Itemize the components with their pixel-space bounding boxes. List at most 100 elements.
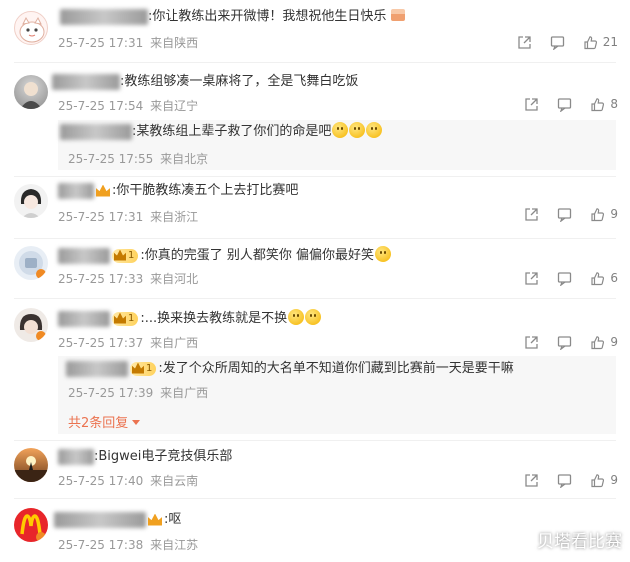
location: 来自辽宁 bbox=[150, 99, 199, 113]
avatar[interactable] bbox=[14, 308, 48, 342]
like-count: 6 bbox=[610, 271, 618, 285]
location: 来自广西 bbox=[150, 336, 199, 350]
comment-button[interactable] bbox=[557, 207, 572, 222]
like-button[interactable]: 6 bbox=[590, 271, 618, 286]
avatar[interactable] bbox=[14, 448, 48, 482]
avatar[interactable] bbox=[14, 11, 48, 45]
comment-icon bbox=[558, 207, 572, 222]
username-blurred[interactable] bbox=[52, 73, 120, 90]
reply-text: 1:发了个众所周知的大名单不知道你们藏到比赛前一天是要干嘛 bbox=[66, 360, 514, 378]
comment-icon bbox=[550, 35, 564, 50]
smile-emoji-icon bbox=[332, 122, 349, 138]
share-icon bbox=[525, 97, 539, 111]
comment-button[interactable] bbox=[557, 335, 572, 350]
comment-5: 1:...换来换去教练就是不换 25-7-25 17:37 来自广西 9 1:发… bbox=[0, 298, 630, 440]
avatar[interactable] bbox=[14, 75, 48, 109]
like-button[interactable]: 9 bbox=[590, 207, 618, 222]
timestamp: 25-7-25 17:37 bbox=[58, 336, 144, 350]
username-blurred[interactable] bbox=[60, 8, 148, 25]
comment-actions: 8 bbox=[506, 94, 618, 114]
caret-down-icon bbox=[132, 420, 141, 425]
username-blurred[interactable] bbox=[58, 448, 94, 465]
comment-meta: 25-7-25 17:38 来自江苏 bbox=[58, 536, 198, 553]
comment-button[interactable] bbox=[557, 271, 572, 286]
like-button[interactable]: 9 bbox=[590, 473, 618, 488]
wink-emoji-icon bbox=[288, 309, 305, 325]
timestamp: 25-7-25 17:40 bbox=[58, 474, 144, 488]
comment-text: 1:...换来换去教练就是不换 bbox=[58, 309, 322, 328]
location: 来自广西 bbox=[160, 386, 209, 400]
comment-actions: 21 bbox=[499, 32, 618, 52]
like-button[interactable]: 21 bbox=[583, 35, 618, 50]
like-count: 21 bbox=[602, 35, 618, 49]
comment-text: 1:你真的完蛋了 别人都笑你 偏偏你最好笑 bbox=[58, 246, 392, 265]
comment-text: :Bigwei电子竞技俱乐部 bbox=[58, 448, 232, 466]
share-button[interactable] bbox=[524, 97, 539, 112]
thumbs-up-icon bbox=[591, 335, 605, 349]
username-blurred[interactable] bbox=[58, 310, 110, 327]
avatar[interactable] bbox=[14, 508, 48, 542]
timestamp: 25-7-25 17:38 bbox=[58, 538, 144, 552]
comment-text: :呕 bbox=[54, 511, 181, 529]
location: 来自陕西 bbox=[150, 36, 199, 50]
location: 来自江苏 bbox=[150, 538, 199, 552]
like-count: 9 bbox=[610, 335, 618, 349]
thumbs-up-icon bbox=[584, 35, 597, 49]
comment-button[interactable] bbox=[557, 97, 572, 112]
comment-meta: 25-7-25 17:40 来自云南 bbox=[58, 472, 198, 489]
reply-meta: 25-7-25 17:39 来自广西 bbox=[68, 384, 208, 401]
more-replies-link[interactable]: 共2条回复 bbox=[68, 412, 141, 431]
location: 来自云南 bbox=[150, 474, 199, 488]
share-icon bbox=[525, 335, 539, 349]
reply-box: 1:发了个众所周知的大名单不知道你们藏到比赛前一天是要干嘛 25-7-25 17… bbox=[58, 356, 616, 434]
comment-meta: 25-7-25 17:31 来自陕西 bbox=[58, 34, 198, 51]
share-button[interactable] bbox=[524, 207, 539, 222]
fan-level-badge: 1 bbox=[112, 311, 139, 326]
reply-meta: 25-7-25 17:55 来自北京 bbox=[68, 150, 208, 167]
like-button[interactable]: 8 bbox=[590, 97, 618, 112]
share-icon bbox=[525, 207, 539, 221]
crown-icon bbox=[96, 184, 110, 197]
share-icon bbox=[525, 473, 539, 487]
avatar[interactable] bbox=[14, 184, 48, 218]
watermark: 贝塔看比赛 bbox=[537, 532, 622, 552]
location: 来自北京 bbox=[160, 152, 209, 166]
comment-text: :教练组够凑一桌麻将了，全是飞舞白吃饭 bbox=[52, 73, 358, 91]
username-blurred[interactable] bbox=[58, 182, 94, 199]
like-count: 9 bbox=[610, 207, 618, 221]
comment-meta: 25-7-25 17:33 来自河北 bbox=[58, 270, 198, 287]
thumbs-up-icon bbox=[591, 207, 605, 221]
reply-text: :某教练组上辈子救了你们的命是吧 bbox=[60, 122, 383, 141]
smile-emoji-icon bbox=[366, 122, 383, 138]
comment-icon bbox=[558, 97, 572, 112]
thumbs-up-icon bbox=[591, 473, 605, 487]
like-button[interactable]: 9 bbox=[590, 335, 618, 350]
comment-button[interactable] bbox=[550, 35, 565, 50]
timestamp: 25-7-25 17:31 bbox=[58, 36, 144, 50]
username-blurred[interactable] bbox=[60, 123, 132, 140]
share-button[interactable] bbox=[517, 35, 532, 50]
username-blurred[interactable] bbox=[54, 511, 146, 528]
comment-meta: 25-7-25 17:31 来自浙江 bbox=[58, 208, 198, 225]
comment-button[interactable] bbox=[557, 473, 572, 488]
comment-3: :你干脆教练凑五个上去打比赛吧 25-7-25 17:31 来自浙江 9 bbox=[0, 176, 630, 238]
cake-emoji-icon bbox=[390, 9, 405, 21]
comment-7: :呕 25-7-25 17:38 来自江苏 bbox=[0, 498, 630, 562]
share-button[interactable] bbox=[524, 473, 539, 488]
share-button[interactable] bbox=[524, 335, 539, 350]
fan-level-badge: 1 bbox=[130, 361, 157, 376]
like-count: 8 bbox=[610, 97, 618, 111]
username-blurred[interactable] bbox=[66, 360, 128, 377]
comment-icon bbox=[558, 335, 572, 350]
fan-level-badge: 1 bbox=[112, 248, 139, 263]
avatar[interactable] bbox=[14, 246, 48, 280]
wink-emoji-icon bbox=[305, 309, 322, 325]
smile-emoji-icon bbox=[349, 122, 366, 138]
location: 来自河北 bbox=[150, 272, 199, 286]
laugh-emoji-icon bbox=[375, 246, 392, 262]
share-button[interactable] bbox=[524, 271, 539, 286]
comment-text: :你让教练出来开微博！我想祝他生日快乐 bbox=[60, 8, 405, 26]
username-blurred[interactable] bbox=[58, 247, 110, 264]
share-icon bbox=[525, 271, 539, 285]
comment-icon bbox=[558, 271, 572, 286]
